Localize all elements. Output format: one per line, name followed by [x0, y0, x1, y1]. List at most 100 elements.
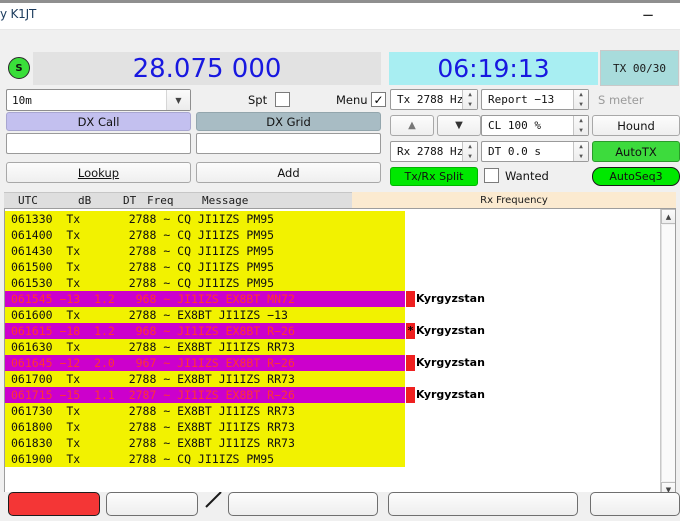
band-select[interactable]: 10m ▼: [6, 89, 191, 111]
spt-checkbox[interactable]: [275, 92, 290, 107]
frequency-down-button[interactable]: ▼: [437, 115, 481, 136]
log-row[interactable]: 061500 Tx 2788 ~ CQ JI1IZS PM95: [5, 259, 659, 275]
log-row[interactable]: 061730 Tx 2788 ~ EX8BT JI1IZS RR73: [5, 403, 659, 419]
dxcc-entity-label: Kyrgyzstan: [416, 356, 485, 369]
tx-period-counter[interactable]: TX 00/30: [600, 50, 679, 86]
spin-down-icon[interactable]: ▼: [574, 152, 588, 162]
rx-frequency-tab[interactable]: Rx Frequency: [352, 192, 676, 208]
signal-status-icon[interactable]: S: [8, 57, 30, 79]
bottom-button-2[interactable]: [106, 492, 198, 516]
dxcc-entity-tag: Kyrgyzstan: [406, 291, 485, 307]
s-meter-field: S meter: [592, 89, 680, 110]
log-row[interactable]: 061700 Tx 2788 ~ EX8BT JI1IZS RR73: [5, 371, 659, 387]
tx-rx-split-button[interactable]: Tx/Rx Split: [390, 167, 478, 186]
dx-grid-button[interactable]: DX Grid: [196, 112, 381, 131]
bottom-button-5[interactable]: [388, 492, 578, 516]
cl-value: CL 100 %: [488, 119, 541, 132]
bottom-button-6[interactable]: [590, 492, 680, 516]
auto-tx-button[interactable]: AutoTX: [592, 141, 680, 162]
cl-spinner[interactable]: CL 100 % ▲ ▼: [481, 115, 589, 136]
header-message: Message: [202, 194, 249, 207]
window-titlebar: y K1JT −: [0, 0, 680, 30]
log-row-text: 061645 −12 2.0 967 ~ JI1IZS EX8BT R−26: [11, 356, 295, 370]
log-row[interactable]: 061800 Tx 2788 ~ EX8BT JI1IZS RR73: [5, 419, 659, 435]
wanted-checkbox[interactable]: [484, 168, 499, 183]
log-row[interactable]: 061830 Tx 2788 ~ EX8BT JI1IZS RR73: [5, 435, 659, 451]
cl-spin-arrows[interactable]: ▲ ▼: [573, 116, 588, 135]
log-row[interactable]: 061400 Tx 2788 ~ CQ JI1IZS PM95: [5, 227, 659, 243]
frequency-up-button[interactable]: ▲: [390, 115, 434, 136]
dial-frequency-display[interactable]: 28.075 000: [33, 52, 381, 85]
dx-grid-input[interactable]: [196, 133, 381, 154]
message-log-rows: 061330 Tx 2788 ~ CQ JI1IZS PM95 061400 Tx…: [5, 209, 659, 467]
log-row[interactable]: 061530 Tx 2788 ~ CQ JI1IZS PM95: [5, 275, 659, 291]
new-entity-star-icon: *: [407, 324, 414, 337]
tx-frequency-spinner[interactable]: Tx 2788 Hz ▲ ▼: [390, 89, 478, 110]
dx-call-input[interactable]: [6, 133, 191, 154]
log-row[interactable]: 061630 Tx 2788 ~ EX8BT JI1IZS RR73: [5, 339, 659, 355]
add-button[interactable]: Add: [196, 162, 381, 183]
band-select-value: 10m: [12, 93, 32, 107]
dt-spinner[interactable]: DT 0.0 s ▲ ▼: [481, 141, 589, 162]
hound-button[interactable]: Hound: [592, 115, 680, 136]
log-row[interactable]: 061715 −15 1.1 2787 ~ JI1IZS EX8BT R−26 K…: [5, 387, 659, 403]
dt-spin-arrows[interactable]: ▲ ▼: [573, 142, 588, 161]
report-value: Report −13: [488, 93, 555, 106]
log-row[interactable]: 061545 −13 1.2 968 ~ JI1IZS EX8BT MN72 Ky…: [5, 291, 659, 307]
message-log-panel[interactable]: 061330 Tx 2788 ~ CQ JI1IZS PM95 061400 Tx…: [4, 208, 676, 498]
header-utc: UTC: [18, 194, 38, 207]
halt-tx-button[interactable]: [8, 492, 100, 516]
log-row-text: 061615 −18 1.2 968 ~ JI1IZS EX8BT R−26: [11, 324, 295, 338]
log-row-text: 061800 Tx 2788 ~ EX8BT JI1IZS RR73: [11, 420, 295, 434]
message-log-scrollbar[interactable]: ▲ ▼: [660, 209, 675, 497]
report-spinner[interactable]: Report −13 ▲ ▼: [481, 89, 589, 110]
header-dt: DT: [123, 194, 137, 207]
lookup-button[interactable]: Lookup: [6, 162, 191, 183]
dt-value: DT 0.0 s: [488, 145, 541, 158]
log-row-text: 061700 Tx 2788 ~ EX8BT JI1IZS RR73: [11, 372, 295, 386]
spin-down-icon[interactable]: ▼: [463, 152, 477, 162]
rx-frequency-spinner[interactable]: Rx 2788 Hz ▲ ▼: [390, 141, 478, 162]
rx-frequency-spin-arrows[interactable]: ▲ ▼: [462, 142, 477, 161]
log-row[interactable]: 061600 Tx 2788 ~ EX8BT JI1IZS −13: [5, 307, 659, 323]
spt-label: Spt: [248, 93, 268, 107]
log-row-text: 061630 Tx 2788 ~ EX8BT JI1IZS RR73: [11, 340, 295, 354]
tx-frequency-value: Tx 2788 Hz: [397, 93, 462, 106]
spin-up-icon[interactable]: ▲: [463, 90, 477, 100]
scroll-up-arrow-icon[interactable]: ▲: [661, 209, 675, 224]
spin-down-icon[interactable]: ▼: [574, 100, 588, 110]
chevron-down-icon[interactable]: ▼: [166, 90, 190, 110]
dx-call-button[interactable]: DX Call: [6, 112, 191, 131]
auto-seq-button[interactable]: AutoSeq3: [592, 167, 680, 186]
log-row[interactable]: 061645 −12 2.0 967 ~ JI1IZS EX8BT R−26 Ky…: [5, 355, 659, 371]
spin-up-icon[interactable]: ▲: [574, 90, 588, 100]
spin-down-icon[interactable]: ▼: [463, 100, 477, 110]
bottom-button-4[interactable]: [228, 492, 378, 516]
menu-checkbox[interactable]: ✓: [371, 92, 386, 107]
log-row[interactable]: 061615 −18 1.2 968 ~ JI1IZS EX8BT R−26 * K…: [5, 323, 659, 339]
header-db: dB: [78, 194, 92, 207]
lookup-button-label: Lookup: [77, 165, 120, 180]
diagonal-marker-icon: [205, 492, 227, 508]
log-row-text: 061500 Tx 2788 ~ CQ JI1IZS PM95: [11, 260, 275, 274]
utc-clock-value: 06:19:13: [437, 54, 550, 83]
log-row-text: 061830 Tx 2788 ~ EX8BT JI1IZS RR73: [11, 436, 295, 450]
spin-up-icon[interactable]: ▲: [463, 142, 477, 152]
log-row-text: 061545 −13 1.2 968 ~ JI1IZS EX8BT MN72: [11, 292, 295, 306]
log-row[interactable]: 061900 Tx 2788 ~ CQ JI1IZS PM95: [5, 451, 659, 467]
tx-frequency-spin-arrows[interactable]: ▲ ▼: [462, 90, 477, 109]
spin-down-icon[interactable]: ▼: [574, 126, 588, 136]
window-title: y K1JT: [0, 7, 37, 21]
log-row-text: 061600 Tx 2788 ~ EX8BT JI1IZS −13: [11, 308, 288, 322]
log-row-text: 061330 Tx 2788 ~ CQ JI1IZS PM95: [11, 212, 275, 226]
log-row-text: 061730 Tx 2788 ~ EX8BT JI1IZS RR73: [11, 404, 295, 418]
spin-up-icon[interactable]: ▲: [574, 142, 588, 152]
scrollbar-track[interactable]: [661, 225, 675, 481]
report-spin-arrows[interactable]: ▲ ▼: [573, 90, 588, 109]
spin-up-icon[interactable]: ▲: [574, 116, 588, 126]
header-freq: Freq: [147, 194, 174, 207]
log-row[interactable]: 061430 Tx 2788 ~ CQ JI1IZS PM95: [5, 243, 659, 259]
new-dxcc-color-swatch: [406, 387, 415, 403]
minimize-icon[interactable]: −: [634, 5, 662, 25]
log-row[interactable]: 061330 Tx 2788 ~ CQ JI1IZS PM95: [5, 211, 659, 227]
